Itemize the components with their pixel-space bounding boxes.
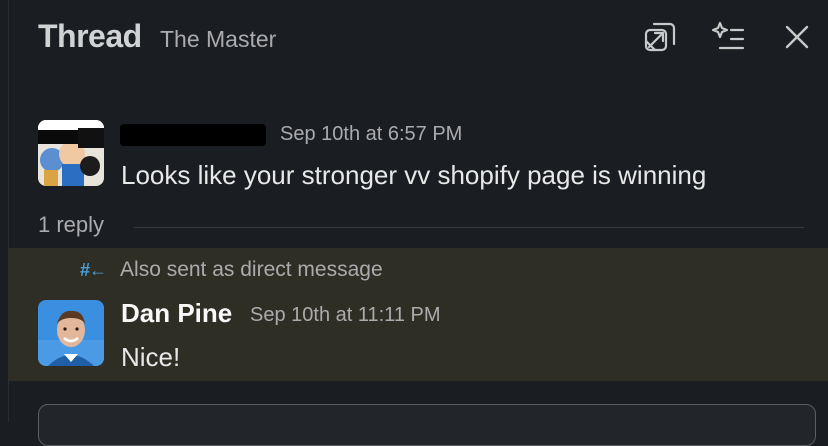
reply-count: 1 reply — [38, 212, 105, 237]
open-in-window-icon[interactable] — [642, 18, 680, 56]
message-text: Looks like your stronger vv shopify page… — [121, 160, 707, 190]
also-sent-label: Also sent as direct message — [120, 258, 383, 281]
hash-arrow-icon: #← — [80, 259, 107, 280]
avatar[interactable] — [38, 120, 104, 186]
message-timestamp[interactable]: Sep 10th at 6:57 PM — [280, 123, 462, 146]
thread-channel-name[interactable]: The Master — [160, 26, 276, 53]
avatar[interactable] — [38, 300, 104, 366]
ai-summary-icon[interactable] — [710, 18, 748, 56]
also-sent-note: #← Also sent as direct message — [80, 258, 383, 282]
author-name[interactable]: Dan Pine — [121, 298, 232, 329]
close-icon[interactable] — [778, 18, 816, 56]
message-text: Nice! — [121, 342, 181, 372]
reply-divider — [134, 227, 804, 228]
message-timestamp[interactable]: Sep 10th at 11:11 PM — [250, 304, 441, 327]
thread-title: Thread — [38, 18, 142, 54]
reply-input[interactable] — [38, 404, 816, 446]
author-name-redacted[interactable] — [120, 124, 266, 146]
thread-header: Thread The Master — [0, 0, 828, 76]
